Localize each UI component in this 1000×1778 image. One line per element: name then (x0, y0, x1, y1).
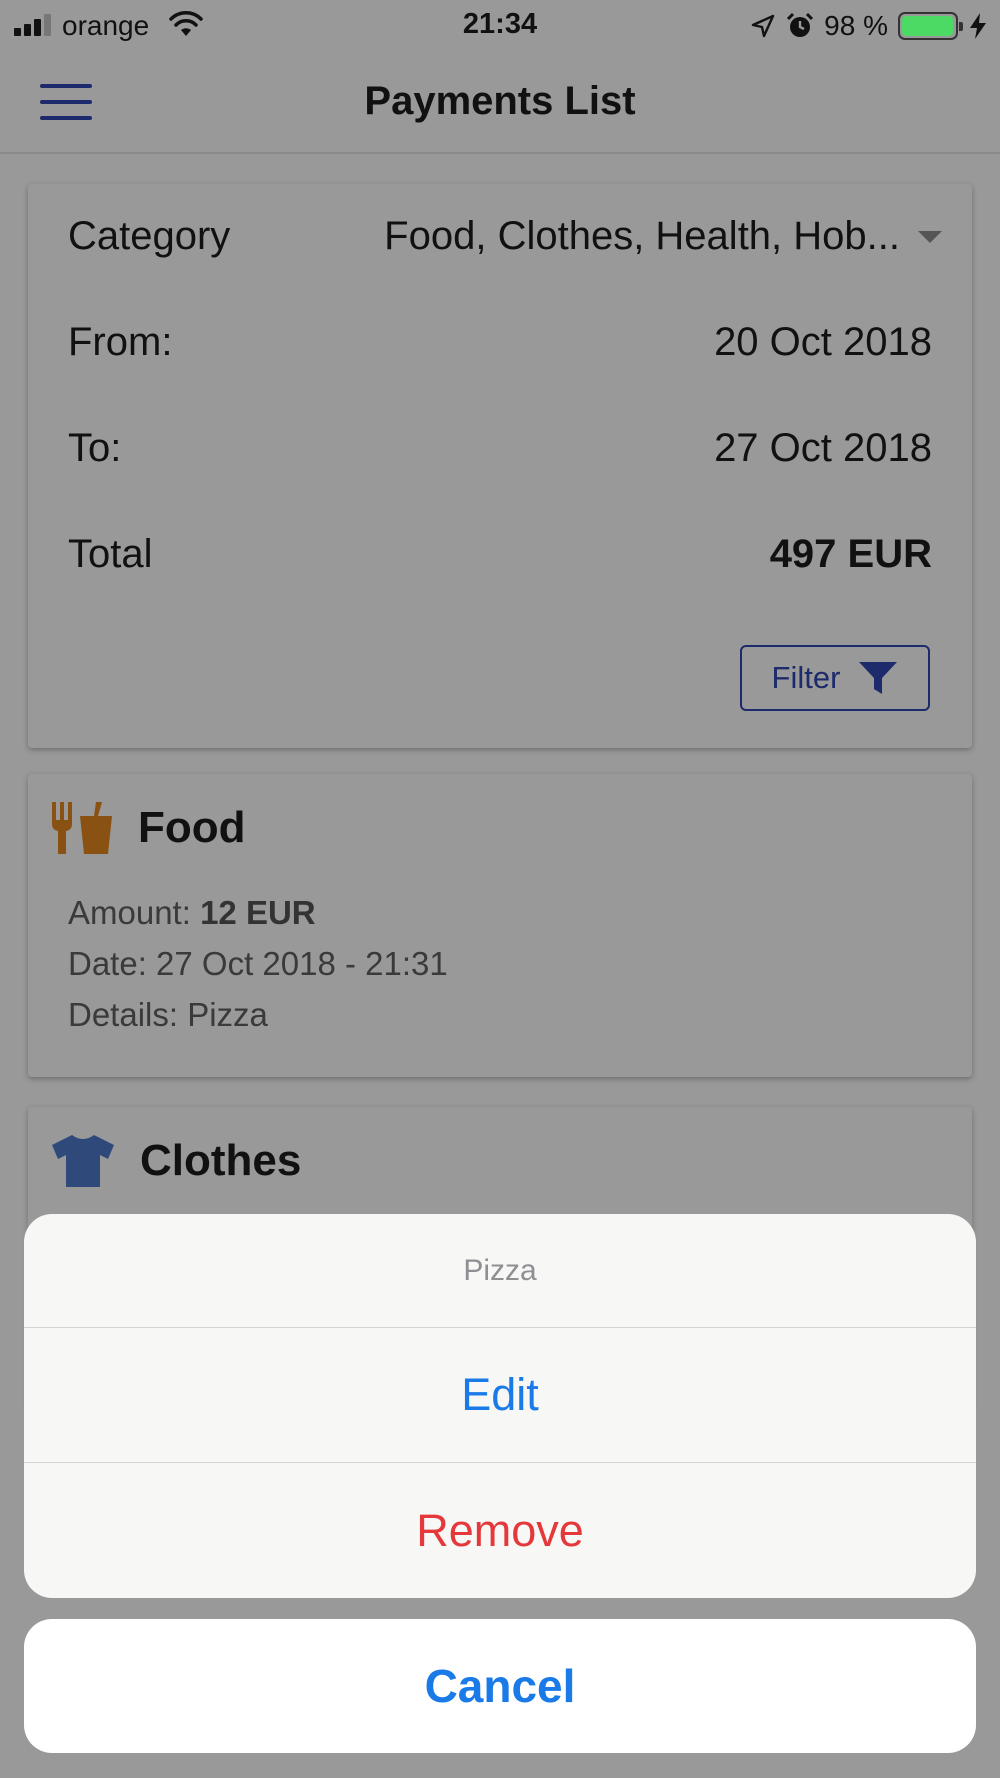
funnel-icon (859, 662, 898, 694)
action-sheet-title: Pizza (24, 1214, 976, 1328)
dropdown-caret-icon (918, 230, 942, 243)
from-label: From: (68, 320, 173, 364)
remove-button[interactable]: Remove (24, 1463, 976, 1598)
from-date-value[interactable]: 20 Oct 2018 (714, 320, 932, 365)
payment-category: Food (138, 803, 246, 852)
filter-button-label: Filter (771, 660, 841, 695)
battery-level (902, 16, 953, 36)
action-sheet: Pizza Edit Remove (24, 1214, 976, 1598)
status-bar: orange 21:34 98 % (0, 0, 1000, 52)
battery-icon (898, 12, 963, 40)
amount-value: 12 EUR (200, 894, 316, 931)
payment-header: Clothes (50, 1133, 301, 1189)
category-row[interactable]: Category Food, Clothes, Health, Hob... (68, 214, 942, 259)
status-right: 98 % (750, 8, 988, 44)
food-drink-icon (52, 802, 112, 854)
screen: orange 21:34 98 % Payments List Category… (0, 0, 1000, 1778)
tshirt-icon (52, 1135, 114, 1187)
payment-amount: Amount: 12 EUR (68, 894, 316, 932)
payment-date: Date: 27 Oct 2018 - 21:31 (68, 945, 448, 982)
battery-percent: 98 % (824, 10, 888, 41)
filter-card: Category Food, Clothes, Health, Hob... F… (28, 184, 972, 748)
payment-card-food[interactable]: Food Amount: 12 EUR Date: 27 Oct 2018 - … (28, 774, 972, 1077)
to-row[interactable]: To: 27 Oct 2018 (68, 426, 932, 471)
app-header: Payments List (0, 52, 1000, 154)
from-row[interactable]: From: 20 Oct 2018 (68, 320, 932, 365)
alarm-icon (787, 12, 814, 37)
filter-button[interactable]: Filter (740, 645, 930, 711)
payment-category: Clothes (140, 1136, 302, 1185)
to-date-value[interactable]: 27 Oct 2018 (714, 426, 932, 471)
amount-label: Amount: (68, 894, 201, 931)
location-icon (751, 14, 775, 38)
category-value: Food, Clothes, Health, Hob... (384, 214, 900, 258)
charging-icon (970, 13, 986, 39)
payment-details: Details: Pizza (68, 996, 268, 1033)
edit-button[interactable]: Edit (24, 1328, 976, 1463)
payment-header: Food (50, 800, 246, 856)
cancel-button[interactable]: Cancel (24, 1619, 976, 1753)
to-label: To: (68, 426, 122, 470)
page-title: Payments List (364, 79, 636, 123)
total-value: 497 EUR (769, 532, 932, 576)
category-label: Category (68, 214, 231, 258)
total-label: Total (68, 532, 153, 576)
total-row: Total 497 EUR (68, 532, 932, 577)
category-select[interactable]: Food, Clothes, Health, Hob... (384, 214, 942, 259)
